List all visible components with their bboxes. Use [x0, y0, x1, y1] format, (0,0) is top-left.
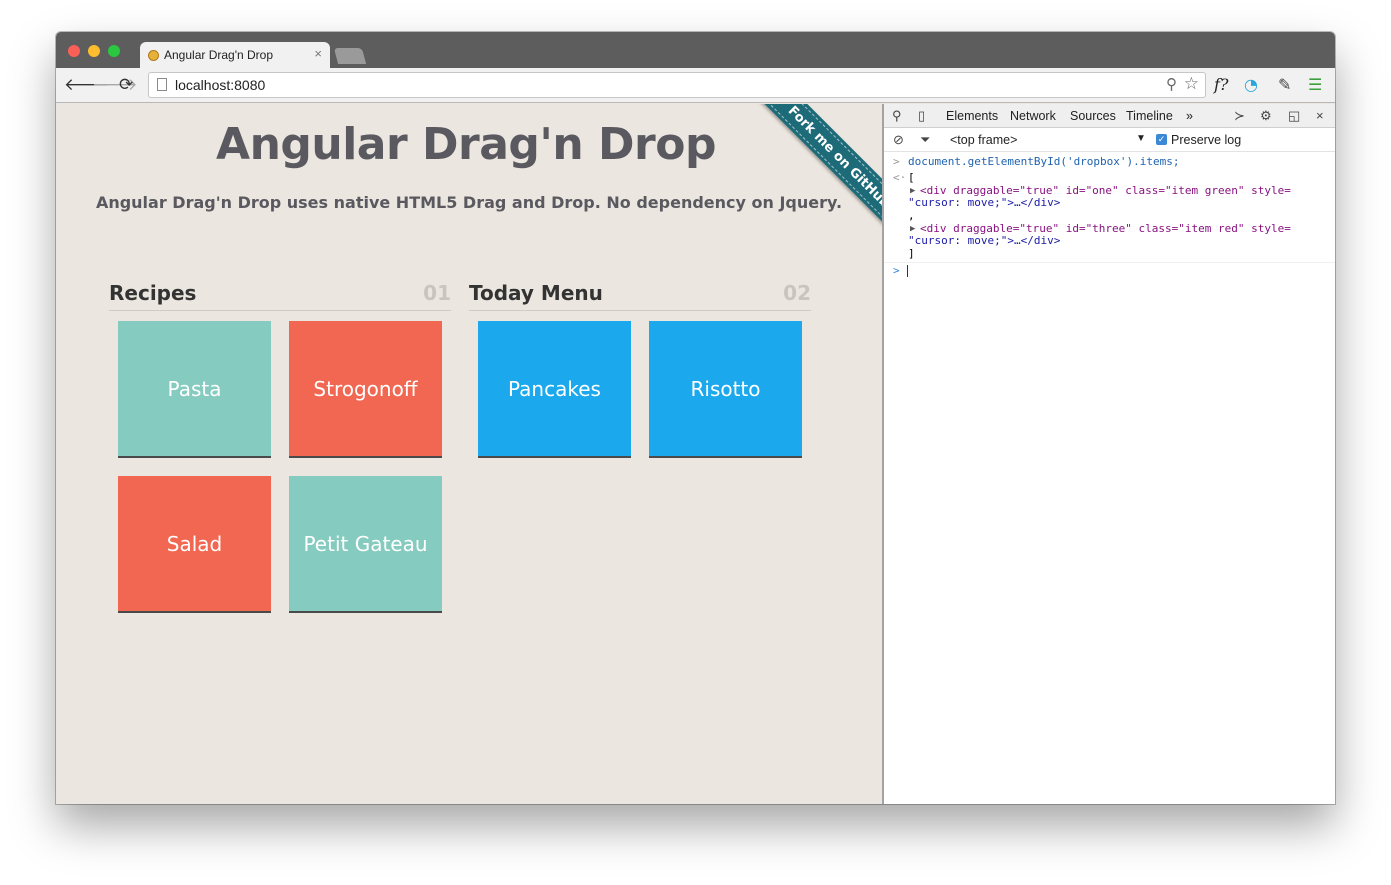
today-menu-title: Today Menu [469, 281, 603, 305]
dock-side-icon[interactable]: ◱ [1288, 108, 1300, 124]
new-tab-button[interactable] [333, 48, 367, 64]
close-window-icon[interactable] [68, 45, 80, 57]
input-prompt-icon: > [893, 264, 900, 277]
menu-card-pancakes[interactable]: Pancakes [478, 321, 631, 458]
tab-elements[interactable]: Elements [946, 109, 998, 123]
browser-window: Angular Drag'n Drop × 🡐 🡒 ⟳ localhost:80… [56, 32, 1335, 804]
console-filter-bar: ⊘ ⏷ <top frame> ▼ ✓ Preserve log [884, 128, 1335, 152]
browser-toolbar: 🡐 🡒 ⟳ localhost:8080 ⚲ ☆ f? ◔ ✎ ☰ [56, 68, 1335, 103]
bookmark-star-icon[interactable]: ☆ [1184, 74, 1199, 94]
title-bar: Angular Drag'n Drop × [56, 32, 1335, 68]
font-extension-icon[interactable]: f? [1214, 75, 1229, 94]
hamburger-menu-icon[interactable]: ☰ [1308, 75, 1322, 94]
tab-close-icon[interactable]: × [314, 46, 322, 61]
recipes-header: Recipes 01 [109, 279, 451, 311]
signal-extension-icon[interactable]: ◔ [1244, 75, 1258, 94]
devtools-panel: ⚲ ▯ Elements Network Sources Timeline » … [882, 104, 1335, 804]
preserve-log-checkbox[interactable]: ✓ [1156, 134, 1167, 145]
preserve-log-label: Preserve log [1171, 133, 1242, 147]
maximize-window-icon[interactable] [108, 45, 120, 57]
recipe-card-salad[interactable]: Salad [118, 476, 271, 613]
recipe-card-petit-gateau[interactable]: Petit Gateau [289, 476, 442, 613]
recipes-title: Recipes [109, 281, 197, 305]
result-comma: , [908, 209, 915, 222]
address-bar[interactable]: localhost:8080 ⚲ ☆ [148, 72, 1206, 98]
tab-title: Angular Drag'n Drop [164, 48, 274, 62]
page-title: Angular Drag'n Drop [216, 119, 716, 170]
menu-card-risotto[interactable]: Risotto [649, 321, 802, 458]
device-mode-icon[interactable]: ▯ [918, 108, 925, 124]
minimize-window-icon[interactable] [88, 45, 100, 57]
console-drawer-icon[interactable]: ≻ [1234, 108, 1245, 124]
result-item-1-line-2: "cursor: move;">…</div> [908, 196, 1061, 209]
eyedropper-extension-icon[interactable]: ✎ [1278, 75, 1291, 94]
page-content: Angular Drag'n Drop Angular Drag'n Drop … [56, 104, 882, 804]
console-command: document.getElementById('dropbox').items… [908, 155, 1180, 168]
tab-sources[interactable]: Sources [1070, 109, 1116, 123]
frame-selector[interactable]: <top frame> [950, 133, 1017, 147]
url-text[interactable]: localhost:8080 [175, 77, 265, 93]
recipes-number: 01 [423, 281, 451, 305]
result-close-bracket: ] [908, 247, 915, 260]
favicon-icon [148, 50, 159, 61]
page-icon [157, 78, 167, 91]
console-divider [884, 262, 1335, 263]
more-tabs-icon[interactable]: » [1186, 109, 1193, 123]
zoom-magnifier-icon[interactable]: ⚲ [1166, 75, 1177, 93]
result-open-bracket: [ [908, 171, 915, 184]
reload-icon[interactable]: ⟳ [119, 75, 133, 95]
recipe-card-strogonoff[interactable]: Strogonoff [289, 321, 442, 458]
console-input-cursor[interactable] [907, 265, 908, 277]
frame-dropdown-icon[interactable]: ▼ [1136, 133, 1146, 144]
recipe-card-pasta[interactable]: Pasta [118, 321, 271, 458]
tab-network[interactable]: Network [1010, 109, 1056, 123]
filter-funnel-icon[interactable]: ⏷ [920, 132, 930, 148]
settings-gear-icon[interactable]: ⚙ [1260, 108, 1272, 124]
devtools-toolbar: ⚲ ▯ Elements Network Sources Timeline » … [884, 104, 1335, 128]
result-arrow-icon: <· [893, 171, 907, 184]
page-subtitle: Angular Drag'n Drop uses native HTML5 Dr… [95, 193, 843, 212]
recipes-column: Recipes 01 Pasta Strogonoff Salad Petit … [109, 279, 451, 613]
today-menu-number: 02 [783, 281, 811, 305]
inspect-search-icon[interactable]: ⚲ [892, 108, 902, 124]
browser-tab[interactable]: Angular Drag'n Drop × [140, 42, 330, 68]
today-menu-column: Today Menu 02 Pancakes Risotto [469, 279, 811, 458]
close-devtools-icon[interactable]: × [1316, 108, 1324, 123]
result-item-2-line-2: "cursor: move;">…</div> [908, 234, 1061, 247]
clear-console-icon[interactable]: ⊘ [893, 132, 904, 148]
tab-timeline[interactable]: Timeline [1126, 109, 1173, 123]
today-menu-header: Today Menu 02 [469, 279, 811, 311]
input-prompt-icon: > [893, 155, 900, 168]
